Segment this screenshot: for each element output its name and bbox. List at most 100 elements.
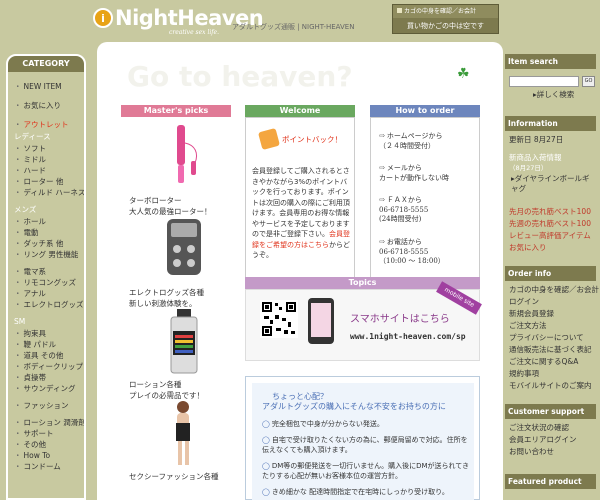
smartphone-icon	[308, 298, 334, 344]
order-link[interactable]: 新規会員登録	[509, 308, 554, 320]
topics-banner[interactable]: スマホサイトはこちら www.1night-heaven.com/sp mobi…	[245, 281, 482, 361]
nav-item[interactable]: ・ミドル	[14, 154, 84, 165]
circle-icon: ◯	[262, 436, 270, 444]
circle-icon: ◯	[262, 488, 270, 496]
nav-item[interactable]: ・道具 その他	[14, 350, 84, 361]
welcome-header: Welcome	[245, 105, 355, 117]
arrow-icon: ⇨	[379, 164, 385, 172]
ranking-last-week[interactable]: 先週の売れ筋ベスト100	[509, 218, 591, 230]
pick-name[interactable]: ローション各種	[129, 379, 229, 390]
point-back-label: ポイントバック！	[282, 135, 342, 144]
ranking-last-month[interactable]: 先月の売れ筋ベスト100	[509, 206, 591, 218]
order-link[interactable]: 規約事項	[509, 368, 539, 380]
order-link[interactable]: 通信販売法に基づく表記	[509, 344, 592, 356]
order-link[interactable]: プライバシーについて	[509, 332, 584, 344]
order-link[interactable]: ログイン	[509, 296, 539, 308]
nav-item[interactable]: ・貞操帯	[14, 372, 84, 383]
nav-item[interactable]: ・リング 男性機能	[14, 249, 84, 260]
smartphone-site-url: www.1night-heaven.com/sp	[350, 332, 466, 341]
nav-item[interactable]: ・ダッチ系 他	[14, 238, 84, 249]
logo-tagline: creative sex life.	[169, 29, 219, 36]
cart-box[interactable]: カゴの中身を確認／お会計 買い物かごの中は空です	[392, 4, 499, 34]
pick-name[interactable]: セクシーファッション各種	[129, 471, 229, 482]
nav-item[interactable]: ・ How To	[14, 450, 84, 461]
main-content: Go to heaven? ☘ Master's picks ターボローター 大…	[97, 42, 503, 500]
pick-item[interactable]: エレクトログッズ各種 新しい刺激体験を。	[129, 215, 229, 309]
support-link[interactable]: 会員エリアログイン	[509, 434, 577, 446]
nav-favorites[interactable]: ・お気に入り	[14, 99, 84, 112]
welcome-text: 会員登録してご購入されるとさきやかながら3%のポイントバックを行っております。ポ…	[252, 166, 352, 261]
arrow-icon: ⇨	[379, 196, 385, 204]
nav-item[interactable]: ・ローション 潤滑剤	[14, 417, 84, 428]
nav-new-item[interactable]: ・ NEW ITEM	[14, 80, 84, 93]
nav-item[interactable]: ・拘束具	[14, 328, 84, 339]
support-link[interactable]: ご注文状況の確認	[509, 422, 569, 434]
nav-item[interactable]: ・ファッション	[14, 400, 84, 411]
nav-group-mens: メンズ	[14, 205, 37, 214]
updated-date: 更新日 8月27日	[509, 135, 564, 144]
nav-item[interactable]: ・リモコングッズ	[14, 277, 84, 288]
customer-support-header: Customer support	[505, 404, 596, 419]
pick-item[interactable]: ローション各種 プレイの必需品です！	[129, 307, 229, 401]
advanced-search-link[interactable]: ▸詳しく検索	[533, 89, 574, 101]
square-icon	[397, 8, 402, 13]
qr-code-icon	[260, 300, 298, 338]
pick-name[interactable]: エレクトログッズ各種	[129, 287, 229, 298]
nav-item[interactable]: ・鞭 パドル	[14, 339, 84, 350]
search-input[interactable]	[509, 76, 579, 87]
ranking-favorites[interactable]: お気に入り	[509, 242, 547, 254]
nav-item[interactable]: ・エレクトログッズ	[14, 299, 84, 310]
nav-item[interactable]: ・サポート	[14, 428, 84, 439]
nav-item[interactable]: ・ホール	[14, 216, 84, 227]
order-link[interactable]: ご注文に関するQ&A	[509, 356, 578, 368]
pick-name[interactable]: ターボローター	[129, 195, 229, 206]
site-description: アダルトグッズ通販 | NIGHT-HEAVEN	[232, 23, 355, 31]
item-search-header: Item search	[505, 54, 596, 69]
nav-item[interactable]: ・電動	[14, 227, 84, 238]
reassurance-item: ◯ DM等の郵便発送を一切行いません。購入後にDMが送られてきたりする心配が無いお…	[262, 462, 470, 480]
new-arrival-item[interactable]: ▸ダイヤラインボールギャグ	[511, 174, 596, 194]
circle-icon: ◯	[262, 462, 270, 470]
nav-group-ladies: レディース	[14, 132, 51, 141]
nav-item[interactable]: ・ソフト	[14, 143, 84, 154]
order-mail[interactable]: ⇨ メールから カートが動作しない時	[379, 164, 479, 183]
nav-item[interactable]: ・その他	[14, 439, 84, 450]
order-link[interactable]: ご注文方法	[509, 320, 547, 332]
category-sidebar: CATEGORY ・ NEW ITEM ・お気に入り ・アウトレット レディース …	[6, 54, 86, 500]
order-web[interactable]: ⇨ ホームページから （２４時間受付）	[379, 132, 479, 151]
nav-item[interactable]: ・アナル	[14, 288, 84, 299]
information-header: Information	[505, 116, 596, 131]
order-link[interactable]: カゴの中身を確認／お会計	[509, 284, 599, 296]
site-header: i NightHeaven creative sex life. アダルトグッズ…	[0, 0, 600, 40]
reassurance-box: ちょっと心配？ アダルトグッズの購入にそんな不安をお持ちの方に ◯ 完全梱包で中身…	[245, 376, 480, 500]
smartphone-site-label: スマホサイトはこちら	[350, 314, 450, 325]
ranking-reviews[interactable]: レビュー高評価アイテム	[509, 230, 591, 242]
nav-item[interactable]: ・ボディークリップ	[14, 361, 84, 372]
reassurance-item: ◯ 自宅で受け取りたくない方の為に、郵便局留めで対応。住所を伝えなくても購入頂けま…	[262, 436, 468, 454]
order-link[interactable]: モバイルサイトのご案内	[509, 380, 592, 392]
nav-item[interactable]: ・サウンディング	[14, 383, 84, 394]
search-go-button[interactable]: GO	[582, 76, 595, 87]
how-to-order-header: How to order	[370, 105, 480, 117]
order-info-header: Order info	[505, 266, 596, 281]
arrow-icon: ⇨	[379, 238, 385, 246]
nav-outlet[interactable]: ・アウトレット	[14, 118, 84, 131]
pick-item[interactable]: ターボローター 大人気の最強ローター！	[129, 123, 229, 217]
masters-picks: ターボローター 大人気の最強ローター！ エレクトログッズ各種 新しい刺激体験を。	[121, 117, 231, 500]
nav-item[interactable]: ・電マ系	[14, 266, 84, 277]
nav-item[interactable]: ・ローター 他	[14, 176, 84, 187]
pick-item[interactable]: セクシーファッション各種	[129, 399, 229, 482]
nav-item[interactable]: ・ディルド ハーネス	[14, 187, 84, 198]
point-back: ポイントバック！	[257, 127, 342, 151]
order-fax: ⇨ ＦＡＸから 06-6718-5555 (24時間受付)	[379, 196, 429, 223]
nav-group-sm: SM	[14, 317, 26, 326]
hero-text: Go to heaven?	[127, 60, 353, 93]
fashion-model-image	[176, 401, 190, 465]
support-link[interactable]: お問い合わせ	[509, 446, 554, 458]
reassurance-subtitle: アダルトグッズの購入にそんな不安をお持ちの方に	[262, 402, 446, 411]
nav-item[interactable]: ・コンドーム	[14, 461, 84, 472]
cart-link[interactable]: カゴの中身を確認／お会計	[393, 5, 498, 18]
reassurance-item: ◯ 完全梱包で中身が分からない発送。	[262, 420, 384, 428]
arrow-icon: ⇨	[379, 132, 385, 140]
nav-item[interactable]: ・ハード	[14, 165, 84, 176]
